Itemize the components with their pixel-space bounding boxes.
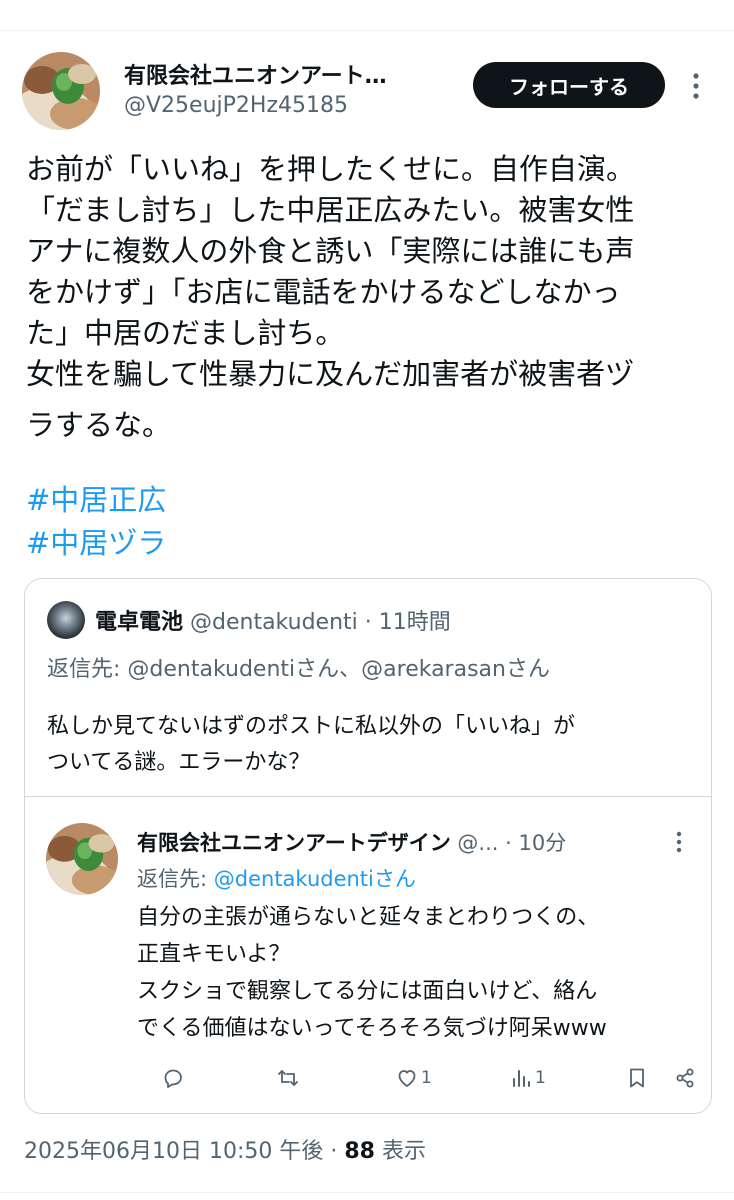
quoted-tweet-text: 私しか見てないはずのポストに私以外の「いいね」が ついてる謎。エラーかな？ <box>47 709 575 781</box>
quoted-text-line: 私しか見てないはずのポストに私以外の「いいね」が <box>47 714 576 739</box>
timestamp-text[interactable]: 2025年06月10日 10:50 午後 · <box>24 1139 344 1164</box>
share-icon <box>676 1068 694 1088</box>
reply-text-line: スクショで観察してる分には面白いけど、絡ん <box>137 979 598 1004</box>
reply-text-line: 自分の主張が通らないと延々まとわりつくの、 <box>137 905 600 930</box>
quoted-author-avatar[interactable] <box>47 601 85 639</box>
more-options-icon[interactable] <box>671 827 687 857</box>
views-count: 1 <box>535 1068 546 1088</box>
like-count: 1 <box>421 1068 432 1088</box>
reply-to-link[interactable]: @dentakudentiさん <box>214 867 416 891</box>
author-name[interactable]: 有限会社ユニオンアート… <box>124 58 387 90</box>
analytics-icon <box>513 1070 530 1087</box>
top-divider <box>0 30 734 31</box>
heart-icon <box>398 1070 416 1087</box>
reply-action-bar: 1 1 <box>135 1063 695 1093</box>
tweet-text: お前が「いいね」を押したくせに。自作自演。 「だまし討ち」した中居正広みたい。被… <box>26 149 726 446</box>
quoted-tweet-header: 電卓電池 @dentakudenti · 11時間 <box>95 604 451 636</box>
tweet-text-line: をかけず」「お店に電話をかけるなどしなかっ <box>26 275 621 309</box>
reply-to-prefix: 返信先: <box>137 867 214 891</box>
views-button[interactable]: 1 <box>509 1063 546 1093</box>
view-count: 88 <box>344 1139 375 1164</box>
tweet-text-line: 「だまし討ち」した中居正広みたい。被害女性 <box>26 193 635 227</box>
bookmark-button[interactable] <box>625 1063 649 1093</box>
tweet-timestamp: 2025年06月10日 10:50 午後 · 88 表示 <box>24 1133 426 1165</box>
quoted-reply-to: 返信先: @dentakudentiさん、@arekarasanさん <box>47 657 550 682</box>
reply-author-name[interactable]: 有限会社ユニオンアートデザイン <box>137 831 451 855</box>
reply-text: 自分の主張が通らないと延々まとわりつくの、 正直キモいよ？ スクショで観察してる… <box>137 899 607 1047</box>
reply-text-line: でくる価値はないってそろそろ気づけ阿呆www <box>137 1016 607 1041</box>
nested-reply[interactable]: 有限会社ユニオンアートデザイン @... · 10分 返信先: @dentaku… <box>25 796 711 1114</box>
comment-icon <box>164 1069 182 1088</box>
tweet-text-line: た」中居のだまし討ち。 <box>26 316 345 350</box>
hashtag-link[interactable]: #中居正広 <box>26 479 166 522</box>
reply-text-line: 正直キモいよ？ <box>137 942 291 967</box>
follow-button[interactable]: フォローする <box>473 62 665 108</box>
quoted-tweet-card[interactable]: 電卓電池 @dentakudenti · 11時間 返信先: @dentakud… <box>24 578 712 1114</box>
bottom-divider <box>0 1192 734 1193</box>
reply-header: 有限会社ユニオンアートデザイン @... · 10分 <box>137 827 566 857</box>
quoted-text-line: ついてる謎。エラーかな？ <box>47 750 311 775</box>
tweet-text-line: お前が「いいね」を押したくせに。自作自演。 <box>26 152 636 186</box>
share-button[interactable] <box>673 1063 697 1093</box>
reply-author-avatar[interactable] <box>46 823 118 895</box>
author-avatar[interactable] <box>22 52 100 130</box>
hashtag-list: #中居正広 #中居ヅラ <box>26 479 166 565</box>
reply-button[interactable] <box>161 1063 185 1093</box>
tweet-text-line: 女性を騙して性暴力に及んだ加害者が被害者ヅ <box>26 357 635 391</box>
more-options-icon[interactable] <box>686 68 706 104</box>
reply-to: 返信先: @dentakudentiさん <box>137 863 416 893</box>
bookmark-icon <box>630 1068 644 1088</box>
quoted-author-meta: @dentakudenti · 11時間 <box>183 610 451 635</box>
repost-icon <box>278 1070 298 1086</box>
hashtag-link[interactable]: #中居ヅラ <box>26 522 166 565</box>
tweet-text-line: アナに複数人の外食と誘い「実際には誰にも声 <box>26 234 635 268</box>
view-count-label: 表示 <box>374 1139 426 1164</box>
quoted-author-name[interactable]: 電卓電池 <box>95 610 183 635</box>
reply-author-meta: @... · 10分 <box>450 831 567 855</box>
tweet-text-line: ラするな。 <box>26 408 172 442</box>
like-button[interactable]: 1 <box>395 1063 432 1093</box>
repost-button[interactable] <box>276 1063 300 1093</box>
author-handle[interactable]: @V25eujP2Hz45185 <box>124 93 348 118</box>
